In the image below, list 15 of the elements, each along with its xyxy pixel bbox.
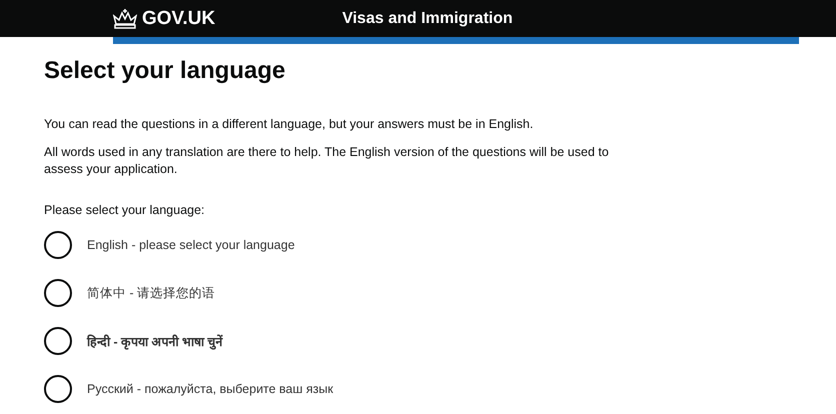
- question-label: Please select your language:: [44, 203, 206, 217]
- body-paragraph: You can read the questions in a different language, but your answers must be in English.: [44, 116, 534, 133]
- govuk-logo-text[interactable]: GOV.UK: [142, 8, 216, 30]
- radio-button[interactable]: [44, 375, 72, 403]
- language-option-label[interactable]: हिन्दी - कृपया अपनी भाषा चुनें: [87, 332, 223, 350]
- language-option-label[interactable]: Русский - пожалуйста, выберите ваш язык: [87, 382, 334, 396]
- page-heading: Select your language: [44, 56, 286, 86]
- body-paragraph: All words used in any translation are there to help. The English version of the questions will be used to assess your application.: [44, 144, 610, 178]
- radio-button[interactable]: [44, 231, 72, 259]
- radio-button[interactable]: [44, 327, 72, 355]
- service-name[interactable]: Visas and Immigration: [342, 10, 513, 28]
- radio-button[interactable]: [44, 279, 72, 307]
- language-option-label[interactable]: 简体中 - 请选择您的语: [87, 284, 216, 302]
- language-option-label[interactable]: English - please select your language: [87, 238, 295, 252]
- crown-icon: [113, 8, 137, 28]
